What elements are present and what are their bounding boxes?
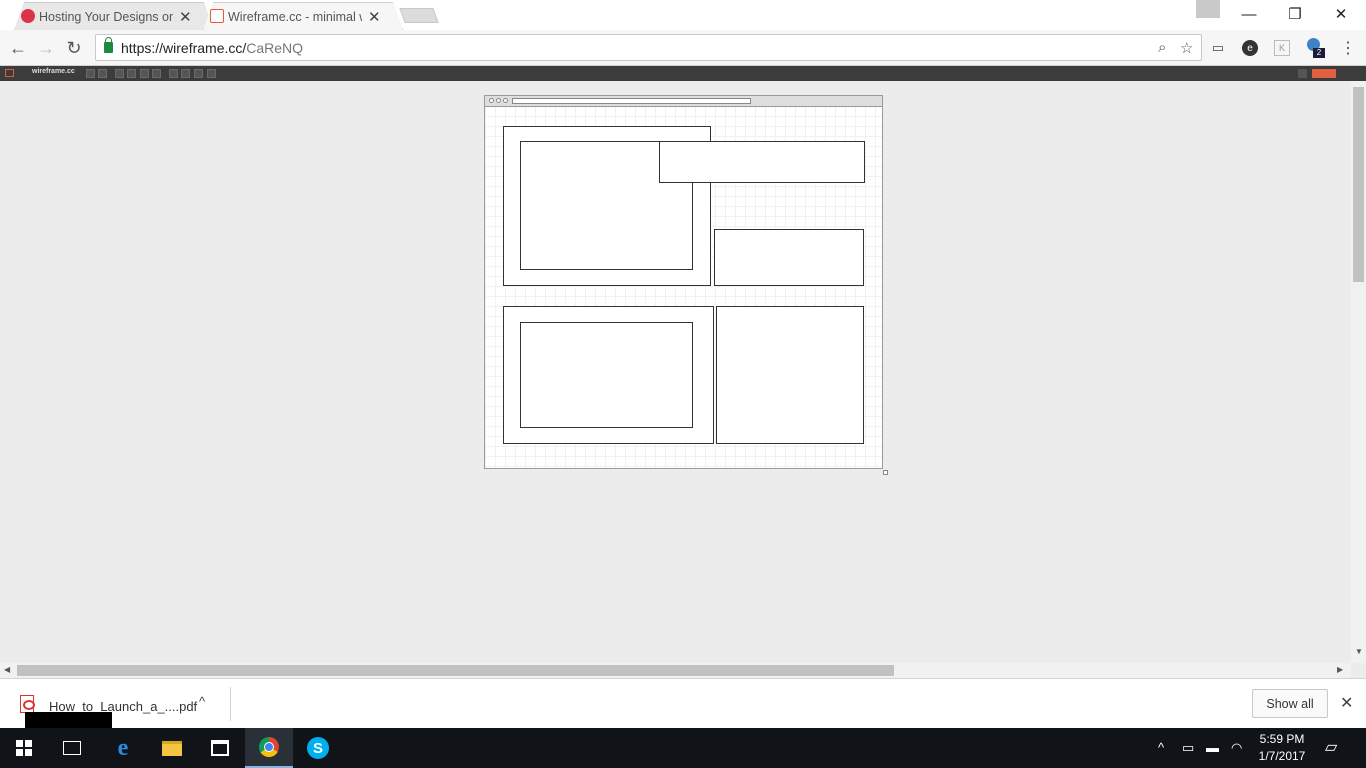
cut-icon[interactable] bbox=[127, 69, 136, 78]
folder-icon bbox=[162, 740, 182, 756]
frame-dot bbox=[496, 98, 501, 103]
clock-date: 1/7/2017 bbox=[1258, 749, 1306, 763]
profile-avatar-icon[interactable] bbox=[1196, 0, 1220, 18]
chrome-taskbar-button[interactable] bbox=[245, 728, 293, 768]
wireframe-box[interactable] bbox=[520, 322, 693, 428]
frame-url-field bbox=[512, 98, 751, 104]
scroll-right-arrow-icon[interactable]: ▶ bbox=[1337, 665, 1343, 674]
app-logo: wireframe.cc bbox=[32, 68, 75, 75]
wireframe-box[interactable] bbox=[714, 229, 864, 286]
cast-icon[interactable]: ▭ bbox=[1208, 38, 1228, 58]
skype-taskbar-button[interactable]: S bbox=[294, 728, 342, 768]
wireframe-favicon-icon bbox=[210, 9, 224, 23]
minimize-button[interactable]: — bbox=[1226, 0, 1272, 28]
start-button[interactable] bbox=[0, 728, 48, 768]
tab-strip: Hosting Your Designs on ✕ Wireframe.cc -… bbox=[0, 0, 1366, 30]
close-shelf-icon[interactable]: ✕ bbox=[1340, 693, 1353, 713]
extension-badge-icon[interactable]: 2 bbox=[1305, 37, 1325, 59]
extension-k-icon[interactable]: K bbox=[1274, 40, 1290, 56]
show-all-button[interactable]: Show all bbox=[1252, 689, 1328, 718]
delete-icon[interactable] bbox=[152, 69, 161, 78]
tray-expand-icon[interactable]: ^ bbox=[1158, 740, 1164, 755]
close-tab-icon[interactable]: ✕ bbox=[368, 8, 381, 26]
tab-wireframe[interactable]: Wireframe.cc - minimal w ✕ bbox=[203, 2, 403, 30]
bring-front-icon[interactable] bbox=[181, 69, 190, 78]
edge-taskbar-button[interactable]: e bbox=[99, 728, 147, 768]
new-tab-button[interactable] bbox=[399, 8, 439, 23]
extension-badge-count: 2 bbox=[1313, 48, 1325, 58]
store-icon bbox=[211, 740, 229, 756]
chrome-menu-icon[interactable]: ⋮ bbox=[1338, 38, 1358, 58]
clock-time: 5:59 PM bbox=[1259, 732, 1305, 746]
tab-hosting-designs[interactable]: Hosting Your Designs on ✕ bbox=[14, 2, 214, 30]
wireframe-toolbar: wireframe.cc bbox=[0, 66, 1366, 81]
chrome-icon bbox=[259, 737, 279, 757]
system-clock[interactable]: 5:59 PM 1/7/2017 bbox=[1254, 731, 1310, 765]
wifi-icon[interactable]: ◠ bbox=[1231, 740, 1242, 756]
divider bbox=[230, 687, 231, 721]
wireframe-box[interactable] bbox=[659, 141, 865, 183]
url-text[interactable]: https://wireframe.cc/CaReNQ bbox=[121, 40, 303, 56]
send-back-icon[interactable] bbox=[194, 69, 203, 78]
tab-title: Wireframe.cc - minimal w bbox=[228, 9, 362, 24]
wireframe-box[interactable] bbox=[716, 306, 864, 444]
close-tab-icon[interactable]: ✕ bbox=[179, 8, 192, 26]
task-view-button[interactable] bbox=[48, 728, 96, 768]
taskbar-display-icon[interactable]: ▭ bbox=[1182, 740, 1194, 756]
frame-resize-handle[interactable] bbox=[883, 470, 888, 475]
grid-icon[interactable] bbox=[207, 69, 216, 78]
task-view-icon bbox=[63, 741, 81, 755]
horizontal-scroll-thumb[interactable] bbox=[17, 665, 894, 676]
restore-button[interactable]: ❐ bbox=[1272, 0, 1318, 28]
close-window-button[interactable]: ✕ bbox=[1318, 0, 1364, 28]
windows-logo-icon bbox=[16, 740, 32, 756]
windows-taskbar: e S ^ ▭ ▬ ◠ 5:59 PM 1/7/2017 ▱ bbox=[0, 728, 1366, 768]
address-bar[interactable]: https://wireframe.cc/CaReNQ ⌕ ☆ bbox=[95, 34, 1202, 61]
redo-icon[interactable] bbox=[98, 69, 107, 78]
pdf-file-icon bbox=[20, 695, 35, 713]
back-button[interactable]: ← bbox=[6, 36, 30, 60]
lock-icon[interactable] bbox=[169, 69, 178, 78]
secure-lock-icon bbox=[104, 37, 113, 53]
copy-icon[interactable] bbox=[115, 69, 124, 78]
tab-title: Hosting Your Designs on bbox=[39, 9, 173, 24]
tooltip-overlay bbox=[25, 712, 112, 729]
forward-button[interactable]: → bbox=[34, 36, 58, 60]
action-center-icon[interactable]: ▱ bbox=[1325, 737, 1337, 757]
frame-title-bar bbox=[485, 96, 882, 107]
download-options-chevron-icon[interactable]: ^ bbox=[199, 694, 205, 709]
url-host: https://wireframe.cc/ bbox=[121, 40, 247, 56]
file-explorer-button[interactable] bbox=[148, 728, 196, 768]
comment-icon[interactable] bbox=[1298, 69, 1307, 78]
zoom-icon[interactable]: ⌕ bbox=[1158, 39, 1166, 56]
vertical-scroll-thumb[interactable] bbox=[1353, 87, 1364, 282]
frame-dot bbox=[489, 98, 494, 103]
save-button[interactable] bbox=[1312, 69, 1336, 78]
url-path: CaReNQ bbox=[246, 40, 304, 56]
menu-icon[interactable] bbox=[5, 69, 14, 77]
skype-icon: S bbox=[307, 737, 329, 759]
navigation-bar: ← → ↻ https://wireframe.cc/CaReNQ ⌕ ☆ ▭ … bbox=[0, 30, 1366, 66]
download-shelf: How_to_Launch_a_....pdf ^ Show all ✕ bbox=[0, 678, 1366, 729]
paste-icon[interactable] bbox=[140, 69, 149, 78]
store-button[interactable] bbox=[196, 728, 244, 768]
reload-button[interactable]: ↻ bbox=[62, 36, 86, 60]
bookmark-star-icon[interactable]: ☆ bbox=[1180, 39, 1193, 57]
undo-icon[interactable] bbox=[86, 69, 95, 78]
extension-e-icon[interactable]: e bbox=[1242, 40, 1258, 56]
scroll-down-arrow-icon[interactable]: ▼ bbox=[1355, 647, 1363, 656]
edge-icon: e bbox=[117, 734, 129, 761]
battery-icon[interactable]: ▬ bbox=[1206, 740, 1219, 755]
frame-dot bbox=[503, 98, 508, 103]
invision-favicon-icon bbox=[21, 9, 35, 23]
scroll-left-arrow-icon[interactable]: ◀ bbox=[4, 665, 10, 674]
vertical-scrollbar[interactable]: ▼ bbox=[1351, 81, 1366, 663]
horizontal-scrollbar[interactable]: ◀ ▶ bbox=[0, 663, 1351, 678]
